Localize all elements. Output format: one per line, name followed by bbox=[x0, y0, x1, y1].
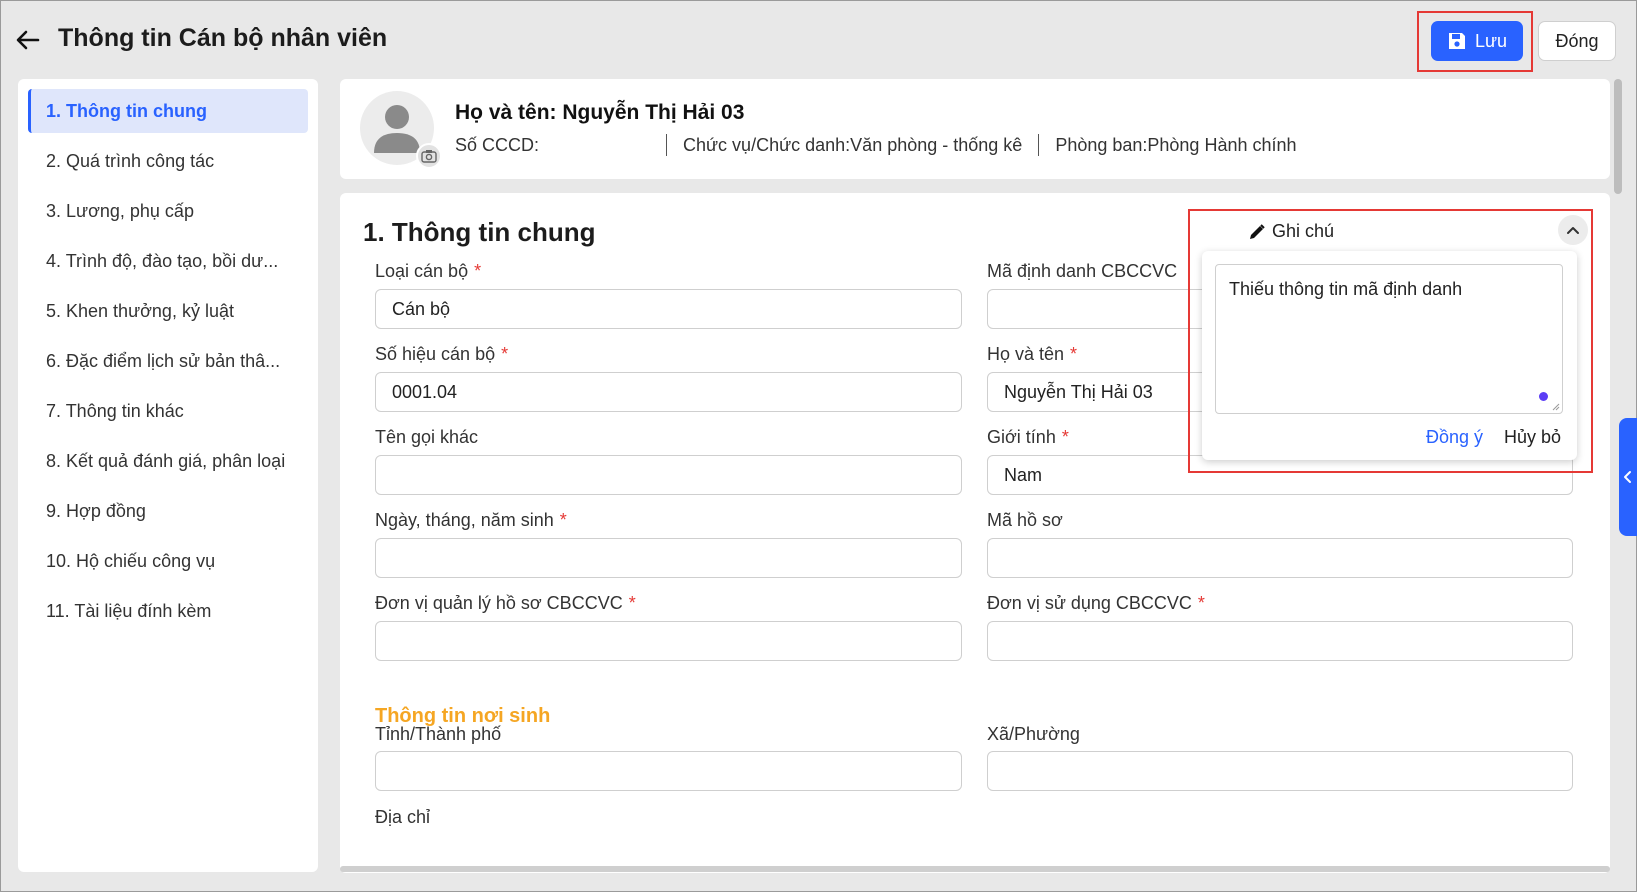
so-hieu-input[interactable]: 0001.04 bbox=[375, 372, 962, 412]
profile-cccd: Số CCCD: bbox=[455, 134, 540, 155]
chevron-left-icon bbox=[1624, 471, 1631, 483]
profile-meta: Số CCCD: Chức vụ/Chức danh:Văn phòng - t… bbox=[455, 134, 1297, 156]
profile-department: Phòng ban:Phòng Hành chính bbox=[1055, 134, 1297, 155]
save-button[interactable]: Lưu bbox=[1431, 21, 1523, 61]
note-textarea[interactable]: Thiếu thông tin mã định danh bbox=[1215, 264, 1563, 414]
save-button-label: Lưu bbox=[1474, 30, 1508, 51]
page-title: Thông tin Cán bộ nhân viên bbox=[58, 24, 388, 52]
label-ten-goi-khac: Tên gọi khác bbox=[375, 427, 479, 447]
camera-icon[interactable] bbox=[416, 143, 442, 169]
vertical-scrollbar[interactable] bbox=[1614, 79, 1622, 194]
label-ngay-sinh: Ngày, tháng, năm sinh * bbox=[375, 510, 567, 530]
sidebar-item-attachments[interactable]: 11. Tài liệu đính kèm bbox=[28, 589, 308, 633]
sidebar-item-rewards[interactable]: 5. Khen thưởng, kỷ luật bbox=[28, 289, 308, 333]
label-tinh: Tỉnh/Thành phố bbox=[375, 724, 502, 744]
xa-select[interactable] bbox=[987, 751, 1573, 791]
note-cancel-button[interactable]: Hủy bỏ bbox=[1504, 427, 1561, 448]
profile-card: Họ và tên: Nguyễn Thị Hải 03 Số CCCD: Ch… bbox=[340, 79, 1610, 179]
sidebar-item-education[interactable]: 4. Trình độ, đào tạo, bồi dư... bbox=[28, 239, 308, 283]
label-so-hieu: Số hiệu cán bộ * bbox=[375, 344, 509, 364]
meta-divider bbox=[1038, 134, 1040, 156]
note-header[interactable]: Ghi chú bbox=[1248, 221, 1334, 242]
sidebar-item-evaluation[interactable]: 8. Kết quả đánh giá, phân loại bbox=[28, 439, 308, 483]
close-button[interactable]: Đóng bbox=[1538, 21, 1616, 61]
don-vi-quan-ly-select[interactable] bbox=[375, 621, 962, 661]
label-don-vi-su-dung: Đơn vị sử dụng CBCCVC * bbox=[987, 593, 1205, 613]
don-vi-su-dung-select[interactable] bbox=[987, 621, 1573, 661]
side-panel-toggle[interactable] bbox=[1619, 418, 1637, 536]
note-confirm-button[interactable]: Đồng ý bbox=[1426, 427, 1483, 448]
sidebar-item-passport[interactable]: 10. Hộ chiếu công vụ bbox=[28, 539, 308, 583]
pencil-icon bbox=[1250, 223, 1265, 239]
loai-can-bo-select[interactable]: Cán bộ bbox=[375, 289, 962, 329]
label-dia-chi: Địa chỉ bbox=[375, 807, 431, 827]
label-don-vi-quan-ly: Đơn vị quản lý hồ sơ CBCCVC * bbox=[375, 593, 636, 613]
profile-position: Chức vụ/Chức danh:Văn phòng - thống kê bbox=[683, 134, 1023, 155]
note-popup: Thiếu thông tin mã định danh Đồng ý Hủy … bbox=[1202, 251, 1577, 460]
label-loai-can-bo: Loại cán bộ * bbox=[375, 261, 482, 281]
sidebar-item-work-history[interactable]: 2. Quá trình công tác bbox=[28, 139, 308, 183]
sidebar-item-general-info[interactable]: 1. Thông tin chung bbox=[28, 89, 308, 133]
status-dot bbox=[1539, 392, 1548, 401]
save-icon bbox=[1448, 33, 1465, 49]
tinh-select[interactable] bbox=[375, 751, 962, 791]
resize-handle-icon[interactable] bbox=[1552, 403, 1560, 411]
label-xa: Xã/Phường bbox=[987, 724, 1080, 744]
note-text: Thiếu thông tin mã định danh bbox=[1229, 279, 1463, 299]
label-ma-dinh-danh: Mã định danh CBCCVC bbox=[987, 261, 1178, 281]
back-arrow-icon[interactable] bbox=[14, 26, 42, 54]
label-ma-ho-so: Mã hồ sơ bbox=[987, 510, 1063, 530]
profile-name: Họ và tên: Nguyễn Thị Hải 03 bbox=[455, 101, 745, 124]
ten-goi-khac-input[interactable] bbox=[375, 455, 962, 495]
section-title: 1. Thông tin chung bbox=[363, 217, 596, 247]
sidebar-nav: 1. Thông tin chung 2. Quá trình công tác… bbox=[18, 79, 318, 872]
label-gioi-tinh: Giới tính * bbox=[987, 427, 1069, 447]
note-title: Ghi chú bbox=[1272, 221, 1335, 241]
chevron-up-icon bbox=[1567, 227, 1579, 234]
label-ho-va-ten: Họ và tên * bbox=[987, 344, 1078, 364]
sidebar-item-other-info[interactable]: 7. Thông tin khác bbox=[28, 389, 308, 433]
sidebar-item-salary[interactable]: 3. Lương, phụ cấp bbox=[28, 189, 308, 233]
sidebar-item-contract[interactable]: 9. Hợp đồng bbox=[28, 489, 308, 533]
meta-divider bbox=[666, 134, 667, 156]
collapse-button[interactable] bbox=[1558, 215, 1588, 245]
ngay-sinh-input[interactable] bbox=[375, 538, 962, 578]
ma-ho-so-input[interactable] bbox=[987, 538, 1573, 578]
sidebar-item-personal-history[interactable]: 6. Đặc điểm lịch sử bản thâ... bbox=[28, 339, 308, 383]
horizontal-scrollbar[interactable] bbox=[340, 866, 1610, 872]
